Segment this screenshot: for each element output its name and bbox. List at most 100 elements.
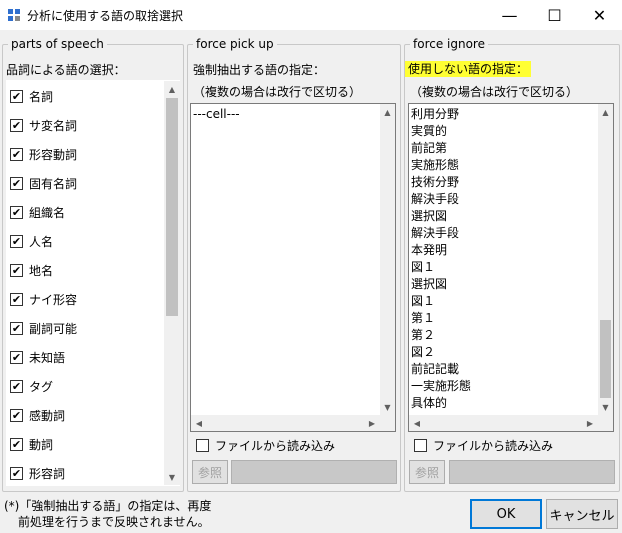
pickup-file-label: ファイルから読み込み [215,438,336,453]
pickup-hscrollbar[interactable]: ◀ ▶ [191,415,380,431]
checkbox-checked-icon[interactable]: ✔ [10,89,23,103]
pos-item[interactable]: ✔ 感動詞 [10,406,65,424]
app-icon [8,9,20,21]
checkbox-icon [414,438,427,452]
pickup-browse-button[interactable]: 参照 [192,460,228,484]
text-line: 前記記載 [411,362,460,376]
pos-item[interactable]: ✔ 人名 [10,232,53,250]
checkbox-checked-icon[interactable]: ✔ [10,437,23,451]
ignore-scroll-thumb[interactable] [600,320,611,398]
pickup-legend: force pick up [196,37,274,51]
text-line: 実施形態 [411,158,460,172]
pos-item[interactable]: ✔ 地名 [10,261,53,279]
pos-legend: parts of speech [11,37,104,51]
ok-button[interactable]: OK [470,499,542,529]
pos-item[interactable]: ✔ ナイ形容 [10,290,77,308]
text-line: 第１ [411,311,436,325]
pos-scroll-thumb[interactable] [166,98,178,316]
text-line: 第２ [411,328,436,342]
pos-item-label: 名詞 [29,89,54,104]
checkbox-checked-icon[interactable]: ✔ [10,147,23,161]
scroll-up-icon[interactable]: ▲ [380,104,395,120]
ignore-file-checkbox[interactable]: ファイルから読み込み [414,437,553,453]
text-line: 選択図 [411,209,448,223]
pos-item[interactable]: ✔ 固有名詞 [10,174,77,192]
text-line: 前記第 [411,141,448,155]
ignore-file-label: ファイルから読み込み [433,438,554,453]
scroll-corner [380,415,395,431]
scroll-down-icon[interactable]: ▼ [598,399,613,415]
ignore-vscrollbar[interactable]: ▲ ▼ [598,104,613,415]
ignore-browse-button[interactable]: 参照 [409,460,445,484]
pos-item[interactable]: ✔ 副詞可能 [10,319,77,337]
pos-item[interactable]: ✔ 形容動詞 [10,145,77,163]
pos-item[interactable]: ✔ 形容詞 [10,464,65,482]
pos-item-label: 固有名詞 [29,176,78,191]
text-line: 図２ [411,345,436,359]
pos-scrollbar[interactable]: ▲ ▼ [164,81,180,485]
pickup-textarea[interactable]: ---cell--- ▲ ▼ ◀ ▶ [190,103,396,432]
scroll-right-icon[interactable]: ▶ [364,415,380,431]
checkbox-checked-icon[interactable]: ✔ [10,292,23,306]
text-line: 利用分野 [411,107,460,121]
ignore-label-text: 使用しない語の指定： [405,61,532,77]
text-line: 実質的 [411,124,448,138]
scroll-up-icon[interactable]: ▲ [164,81,180,97]
text-line: 本発明 [411,243,448,257]
text-line: ---cell--- [193,107,240,121]
pos-item-label: ナイ形容 [29,292,78,307]
text-line: 選択図 [411,277,448,291]
pickup-label: 強制抽出する語の指定： [193,63,326,77]
ignore-hint: （複数の場合は改行で区切る） [410,85,579,99]
maximize-button[interactable]: ☐ [532,0,577,30]
ignore-textarea[interactable]: 利用分野 実質的 前記第 実施形態 技術分野 解決手段 選択図 解決手段 本発明 図１ 選択図 図１ 第… [408,103,614,432]
pos-item-label: 感動詞 [29,408,66,423]
scroll-left-icon[interactable]: ◀ [191,415,207,431]
pos-item-label: 未知語 [29,350,66,365]
scroll-left-icon[interactable]: ◀ [409,415,425,431]
ignore-legend: force ignore [413,37,485,51]
checkbox-checked-icon[interactable]: ✔ [10,234,23,248]
checkbox-checked-icon[interactable]: ✔ [10,176,23,190]
pickup-vscrollbar[interactable]: ▲ ▼ [380,104,395,415]
pos-item-label: 形容詞 [29,466,66,481]
footer-note-line1: (*)「強制抽出する語」の指定は、再度 [4,499,212,513]
pos-item-label: 組織名 [29,205,66,220]
pickup-path-field[interactable] [231,460,397,484]
ignore-path-field[interactable] [449,460,615,484]
pos-item[interactable]: ✔ 組織名 [10,203,65,221]
checkbox-checked-icon[interactable]: ✔ [10,118,23,132]
text-line: 図１ [411,260,436,274]
checkbox-checked-icon[interactable]: ✔ [10,350,23,364]
pos-item[interactable]: ✔ タグ [10,377,53,395]
checkbox-checked-icon[interactable]: ✔ [10,205,23,219]
pos-item[interactable]: ✔ 名詞 [10,87,53,105]
scroll-right-icon[interactable]: ▶ [582,415,598,431]
scroll-corner [598,415,613,431]
checkbox-checked-icon[interactable]: ✔ [10,379,23,393]
checkbox-checked-icon[interactable]: ✔ [10,466,23,480]
text-line: 技術分野 [411,175,460,189]
checkbox-checked-icon[interactable]: ✔ [10,321,23,335]
checkbox-icon [196,438,209,452]
checkbox-checked-icon[interactable]: ✔ [10,408,23,422]
scroll-up-icon[interactable]: ▲ [598,104,613,120]
scroll-down-icon[interactable]: ▼ [164,469,180,485]
pos-item-label: 形容動詞 [29,147,78,162]
cancel-button[interactable]: キャンセル [546,499,618,529]
scroll-down-icon[interactable]: ▼ [380,399,395,415]
close-button[interactable]: ✕ [577,0,622,30]
pos-item[interactable]: ✔ サ変名詞 [10,116,77,134]
pickup-file-checkbox[interactable]: ファイルから読み込み [196,437,335,453]
minimize-button[interactable]: — [487,0,532,30]
text-line: 具体的 [411,396,448,410]
footer-note-line2: 前処理を行うまで反映されません。 [18,515,210,529]
pos-item[interactable]: ✔ 動詞 [10,435,53,453]
ignore-hscrollbar[interactable]: ◀ ▶ [409,415,598,431]
checkbox-checked-icon[interactable]: ✔ [10,263,23,277]
pos-item-label: 地名 [29,263,54,278]
pos-list: ✔ 名詞 ✔ サ変名詞 ✔ 形容動詞 ✔ 固有名詞 ✔ 組織名 ✔ 人名 ✔ 地名 ✔ ナイ形容 ✔ 副詞可能 ✔ 未… [6,80,180,486]
pos-item[interactable]: ✔ 未知語 [10,348,65,366]
title-bar: 分析に使用する語の取捨選択 — ☐ ✕ [0,0,622,30]
ignore-label: 使用しない語の指定： [405,60,532,77]
